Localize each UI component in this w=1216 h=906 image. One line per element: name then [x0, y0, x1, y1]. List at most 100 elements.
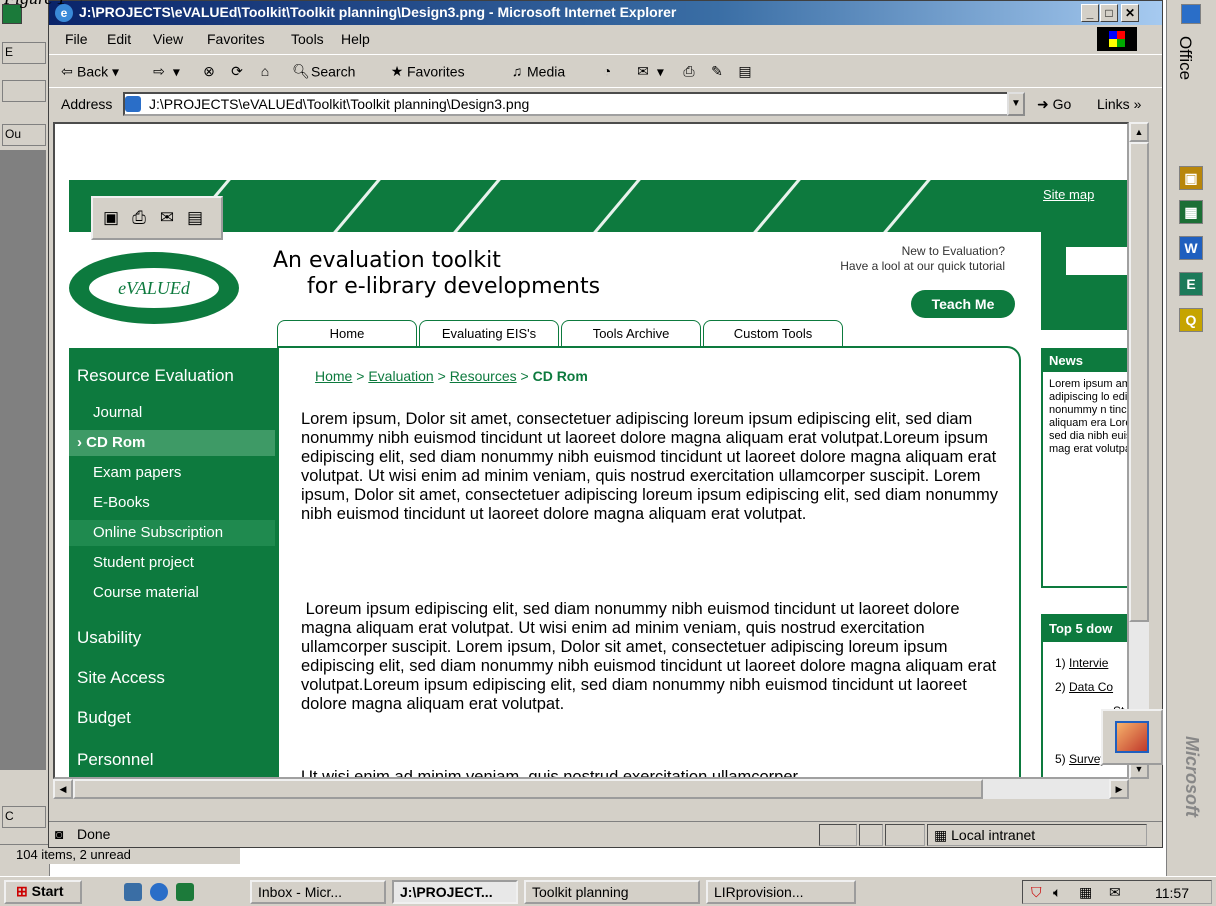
media-button[interactable]: ♫ Media: [507, 63, 565, 83]
nav-item-e-books[interactable]: E-Books: [93, 494, 150, 511]
favorites-button[interactable]: ★ Favorites: [387, 63, 465, 83]
stop-button[interactable]: ⊗: [199, 63, 219, 83]
edit-button[interactable]: ✎: [707, 63, 727, 83]
nav-usability[interactable]: Usability: [77, 628, 141, 648]
print-button[interactable]: ⎙: [679, 63, 699, 83]
breadcrumb-evaluation[interactable]: Evaluation: [368, 368, 433, 384]
refresh-button[interactable]: ⟳: [227, 63, 247, 83]
office-word-icon[interactable]: W: [1179, 236, 1203, 260]
top5-item-link[interactable]: Intervie: [1069, 656, 1108, 670]
breadcrumb-home[interactable]: Home: [315, 368, 352, 384]
body-paragraph-3: Ut wisi enim ad minim veniam, quis nostr…: [301, 768, 799, 779]
top5-item-link[interactable]: Data Co: [1069, 680, 1113, 694]
nav-personnel[interactable]: Personnel: [77, 750, 154, 770]
tab-home[interactable]: Home: [277, 320, 417, 348]
discuss-button[interactable]: ▤: [735, 63, 755, 83]
back-arrow-icon: ⇦: [61, 63, 73, 79]
close-button[interactable]: ✕: [1121, 4, 1139, 22]
site-map-link[interactable]: Site map: [1043, 187, 1094, 202]
nav-item-journal[interactable]: Journal: [93, 404, 142, 421]
evalued-logo[interactable]: eVALUEd: [69, 252, 239, 324]
outlook-folder-stub[interactable]: Ou: [2, 124, 46, 146]
go-button[interactable]: ➜ Go: [1037, 96, 1071, 113]
network-icon[interactable]: ▦: [1079, 884, 1092, 901]
menu-favorites[interactable]: Favorites: [207, 31, 265, 47]
intranet-icon: ▦: [934, 827, 948, 843]
task-lirprovision[interactable]: LIRprovision...: [706, 880, 856, 904]
status-text: Done: [77, 826, 111, 842]
site-search-input[interactable]: [1065, 246, 1127, 276]
menu-view[interactable]: View: [153, 31, 183, 47]
volume-icon[interactable]: 🔈︎: [1053, 884, 1061, 901]
office-search-icon[interactable]: Q: [1179, 308, 1203, 332]
scroll-right-arrow[interactable]: ▶: [1109, 779, 1129, 799]
top5-item-2[interactable]: 2) Data Co: [1055, 680, 1113, 694]
nav-site-access[interactable]: Site Access: [77, 668, 165, 688]
news-text: Lorem ipsum amet, conse adipiscing lo ed…: [1049, 378, 1129, 455]
nav-active-label: CD Rom: [86, 434, 146, 451]
tab-evaluating-eis[interactable]: Evaluating EIS's: [419, 320, 559, 348]
address-input[interactable]: J:\PROJECTS\eVALUEd\Toolkit\Toolkit plan…: [123, 92, 1009, 116]
tab-custom-tools[interactable]: Custom Tools: [703, 320, 843, 348]
horizontal-scroll-thumb[interactable]: [73, 779, 983, 799]
nav-resource-evaluation[interactable]: Resource Evaluation: [77, 366, 234, 386]
tab-tools-archive[interactable]: Tools Archive: [561, 320, 701, 348]
minimize-button[interactable]: _: [1081, 4, 1099, 22]
maximize-button[interactable]: □: [1100, 4, 1118, 22]
outlook-bottom-stub[interactable]: C: [2, 806, 46, 828]
quick-launch-outlook-icon[interactable]: [176, 883, 194, 901]
address-dropdown-button[interactable]: ▼: [1007, 92, 1025, 116]
nav-budget[interactable]: Budget: [77, 708, 131, 728]
antivirus-icon[interactable]: ⛉: [1031, 884, 1042, 901]
breadcrumb-resources[interactable]: Resources: [450, 368, 517, 384]
scroll-up-arrow[interactable]: ▲: [1129, 122, 1149, 142]
task-ie-active[interactable]: J:\PROJECT...: [392, 880, 518, 904]
media-icon: ♫: [511, 63, 523, 79]
outlook-toolbar-stub[interactable]: [2, 80, 46, 102]
history-button[interactable]: ◔: [597, 63, 617, 83]
mail-icon[interactable]: ✉: [1109, 884, 1121, 901]
office-outlook-icon[interactable]: ▣: [1179, 166, 1203, 190]
nav-item-student-project[interactable]: Student project: [93, 554, 194, 571]
menu-tools[interactable]: Tools: [291, 31, 324, 47]
start-label: Start: [31, 883, 64, 899]
search-button[interactable]: 🔍︎Search: [291, 63, 355, 83]
home-button[interactable]: ⌂: [255, 63, 275, 83]
menu-help[interactable]: Help: [341, 31, 370, 47]
nav-item-course-material[interactable]: Course material: [93, 584, 199, 601]
nav-item-cd-rom-active[interactable]: › CD Rom: [69, 430, 275, 456]
quick-launch-ie-icon[interactable]: [150, 883, 168, 901]
back-button[interactable]: ⇦ Back ▾: [57, 63, 119, 83]
office-excel-icon[interactable]: ▦: [1179, 200, 1203, 224]
vertical-scrollbar[interactable]: ▲ ▼: [1129, 122, 1149, 779]
title-bar[interactable]: e J:\PROJECTS\eVALUEd\Toolkit\Toolkit pl…: [49, 1, 1162, 25]
email-icon[interactable]: ✉: [157, 208, 177, 228]
task-toolkit-planning[interactable]: Toolkit planning: [524, 880, 700, 904]
edit-icon: ✎: [711, 63, 723, 79]
menu-file[interactable]: File: [65, 31, 88, 47]
image-resize-icon[interactable]: [1101, 709, 1163, 765]
menu-edit[interactable]: Edit: [107, 31, 131, 47]
task-inbox[interactable]: Inbox - Micr...: [250, 880, 386, 904]
quick-launch-desktop-icon[interactable]: [124, 883, 142, 901]
windows-flag-icon: ⊞: [16, 883, 28, 899]
office-menu-icon[interactable]: [1181, 4, 1201, 24]
outlook-menu-stub[interactable]: E: [2, 42, 46, 64]
links-button[interactable]: Links »: [1097, 96, 1141, 112]
fax-icon[interactable]: ▤: [185, 208, 205, 228]
print-icon[interactable]: ⎙: [129, 208, 149, 228]
top5-item-5[interactable]: 5) Survey: [1055, 752, 1106, 766]
top5-item-number: 5): [1055, 752, 1066, 766]
vertical-scroll-thumb[interactable]: [1129, 142, 1149, 622]
save-icon[interactable]: ▣: [101, 208, 121, 228]
nav-item-exam-papers[interactable]: Exam papers: [93, 464, 181, 481]
nav-item-online-subscription[interactable]: Online Subscription: [69, 520, 275, 546]
office-publisher-icon[interactable]: E: [1179, 272, 1203, 296]
start-button[interactable]: ⊞ Start: [4, 880, 82, 904]
top5-item-1[interactable]: 1) Intervie: [1055, 656, 1108, 670]
horizontal-scrollbar[interactable]: ◀ ▶: [53, 779, 1129, 799]
scroll-left-arrow[interactable]: ◀: [53, 779, 73, 799]
mail-button[interactable]: ✉ ▾: [633, 63, 664, 83]
forward-button[interactable]: ⇨ ▾: [149, 63, 180, 83]
teach-me-button[interactable]: Teach Me: [911, 290, 1015, 318]
